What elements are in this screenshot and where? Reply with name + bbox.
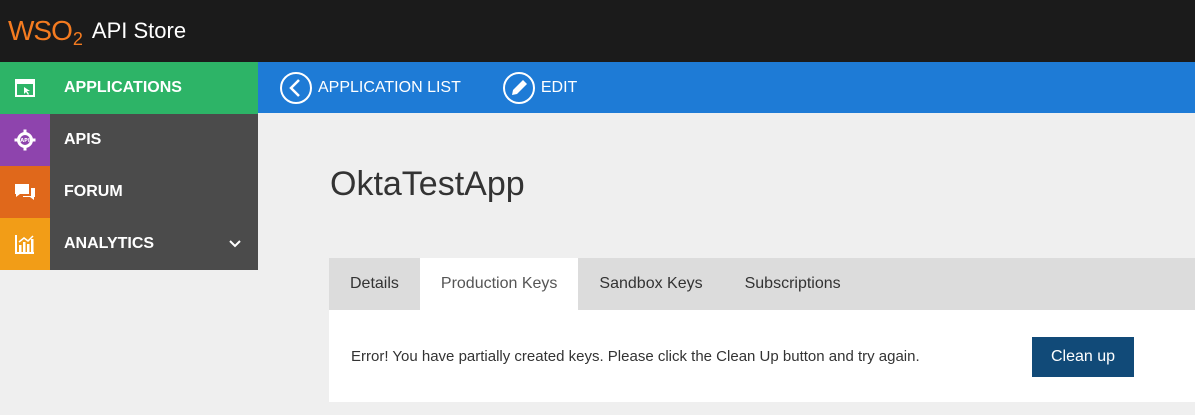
application-list-link[interactable]: APPLICATION LIST: [278, 70, 461, 106]
analytics-chart-icon: [0, 218, 50, 270]
application-list-label: APPLICATION LIST: [318, 78, 461, 96]
sidebar: APPLICATIONS API APIS FORUM ANALYTICS: [0, 62, 258, 270]
sidebar-item-label: ANALYTICS: [64, 235, 155, 252]
sidebar-item-label: APPLICATIONS: [64, 79, 182, 96]
app-name: API Store: [91, 18, 187, 43]
tab-bar: Details Production Keys Sandbox Keys Sub…: [329, 258, 1195, 310]
sidebar-item-analytics[interactable]: ANALYTICS: [0, 218, 258, 270]
sidebar-item-apis[interactable]: API APIS: [0, 114, 258, 166]
forum-chat-icon: [0, 166, 50, 218]
apis-gear-icon: API: [0, 114, 50, 166]
logo-text: WSO: [8, 15, 73, 46]
logo-subscript: 2: [72, 28, 83, 49]
clean-up-button[interactable]: Clean up: [1032, 337, 1134, 377]
top-bar: WSO 2 API Store: [0, 0, 1195, 62]
wso2-logo: WSO 2: [8, 15, 83, 49]
page-title: OktaTestApp: [330, 165, 525, 203]
production-keys-panel: Error! You have partially created keys. …: [329, 310, 1195, 402]
edit-link[interactable]: EDIT: [501, 70, 577, 106]
chevron-down-icon[interactable]: [228, 235, 242, 256]
sidebar-item-forum[interactable]: FORUM: [0, 166, 258, 218]
brand[interactable]: WSO 2 API Store: [8, 9, 186, 53]
applications-icon: [0, 62, 50, 114]
back-circle-icon: [280, 71, 312, 104]
tab-subscriptions[interactable]: Subscriptions: [724, 258, 862, 310]
svg-text:API: API: [20, 138, 30, 144]
edit-label: EDIT: [540, 78, 578, 96]
sidebar-item-applications[interactable]: APPLICATIONS: [0, 62, 258, 114]
sidebar-item-label: APIS: [64, 131, 102, 148]
error-message: Error! You have partially created keys. …: [351, 348, 920, 365]
tab-details[interactable]: Details: [329, 258, 420, 310]
tab-sandbox-keys[interactable]: Sandbox Keys: [578, 258, 723, 310]
edit-pencil-icon: [502, 71, 535, 104]
action-bar: APPLICATION LIST EDIT: [258, 62, 1195, 113]
tab-production-keys[interactable]: Production Keys: [419, 258, 579, 310]
sidebar-item-label: FORUM: [64, 183, 123, 200]
